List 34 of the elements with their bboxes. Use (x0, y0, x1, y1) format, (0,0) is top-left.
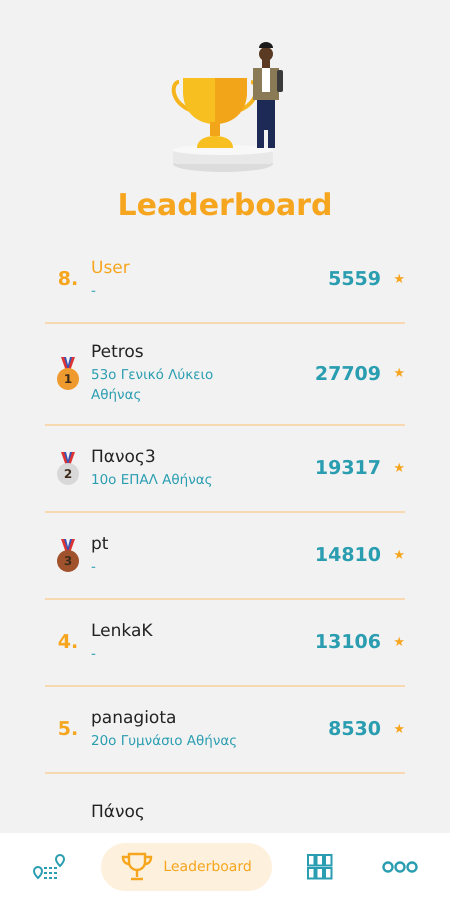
school-name: 10ο ΕΠΑΛ Αθήνας (91, 470, 214, 490)
school-name: - (91, 282, 97, 300)
player-name: LenkaK (91, 620, 154, 640)
school-name: - (91, 644, 97, 664)
school-name: 53ο Γενικό Λύκειο Αθήνας (91, 366, 214, 405)
score: 27709 (314, 362, 381, 384)
star-icon: ★ (381, 460, 405, 476)
score: 13106 (314, 631, 381, 653)
star-icon: ★ (381, 634, 405, 650)
nav-tab[interactable]: Leaderboard (101, 842, 272, 890)
rank-number: 5. (58, 718, 78, 740)
player-name: Πάνος (91, 802, 146, 822)
more-icon (382, 860, 418, 874)
score: 19317 (314, 457, 381, 479)
star-icon: ★ (381, 272, 405, 286)
star-icon: ★ (381, 722, 405, 736)
page-title: Leaderboard (118, 188, 332, 223)
star-icon: ★ (381, 366, 405, 381)
school-name: 20ο Γυμνάσιο Αθήνας (91, 732, 238, 750)
score: 14810 (314, 544, 381, 566)
school-name: - (91, 558, 97, 576)
score: 8530 (328, 718, 381, 740)
rank-number: 4. (58, 631, 78, 653)
rank-number: 8. (58, 268, 78, 290)
player-name: User (91, 258, 131, 278)
player-name: Πανος3 (91, 446, 157, 466)
route-icon (32, 852, 66, 880)
star-icon: ★ (381, 548, 405, 562)
score: 5559 (328, 268, 381, 290)
trophy-icon (121, 852, 154, 882)
player-name: Petros (91, 342, 145, 362)
grid-icon (306, 854, 333, 880)
player-name: panagiota (91, 708, 178, 728)
player-name: pt (91, 534, 110, 554)
